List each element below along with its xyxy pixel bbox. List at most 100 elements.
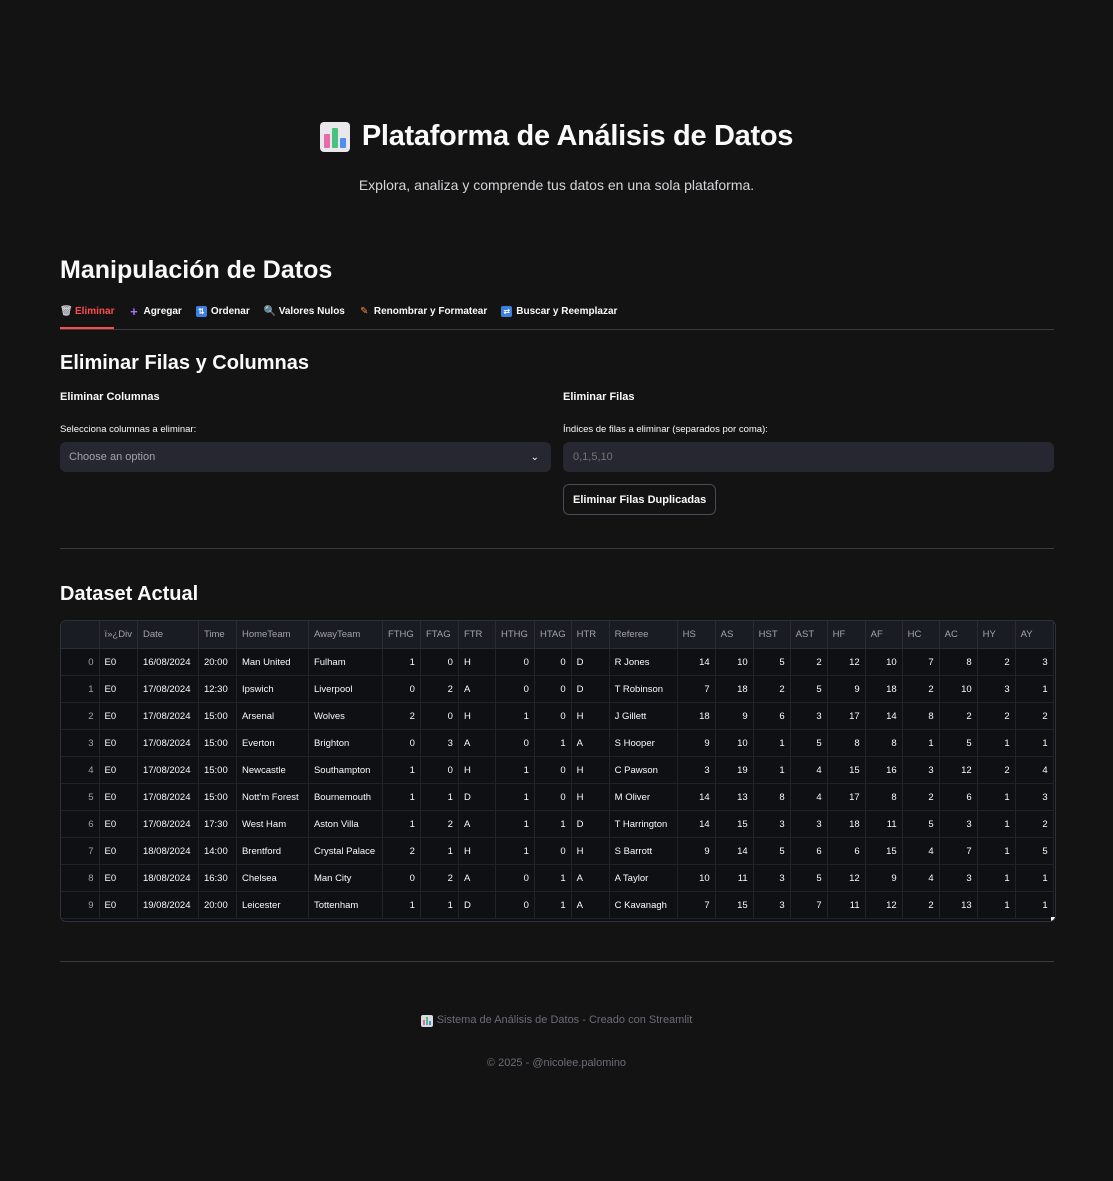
table-cell[interactable]: 18 — [677, 702, 716, 730]
table-cell[interactable]: 6 — [827, 837, 866, 865]
table-cell[interactable]: E0 — [99, 756, 138, 784]
table-cell[interactable]: 1 — [495, 837, 535, 865]
table-cell[interactable]: 0 — [382, 675, 421, 703]
table-cell[interactable]: 2 — [790, 648, 828, 676]
table-cell[interactable]: 20:00 — [198, 891, 237, 919]
table-cell[interactable]: 2 — [420, 864, 459, 892]
table-cell[interactable]: A — [458, 864, 496, 892]
column-header[interactable]: FTAG — [420, 621, 459, 649]
table-cell[interactable]: 8 — [827, 729, 866, 757]
tab-eliminar[interactable]: 🗑 Eliminar — [60, 305, 115, 329]
table-cell[interactable]: Crystal Palace — [308, 837, 383, 865]
table-cell[interactable]: Leicester — [236, 891, 309, 919]
column-header[interactable]: HTR — [571, 621, 610, 649]
table-cell[interactable]: 3 — [420, 729, 459, 757]
table-cell[interactable]: 5 — [939, 729, 978, 757]
table-cell[interactable]: 14 — [677, 648, 716, 676]
table-cell[interactable]: 3 — [977, 675, 1016, 703]
table-cell[interactable]: Chelsea — [236, 864, 309, 892]
column-header[interactable]: HS — [677, 621, 716, 649]
table-cell[interactable]: 0 — [420, 756, 459, 784]
table-cell[interactable]: 1 — [1015, 675, 1054, 703]
table-cell[interactable]: Newcastle — [236, 756, 309, 784]
table-cell[interactable]: 2 — [902, 891, 940, 919]
column-header[interactable]: HTAG — [534, 621, 572, 649]
table-cell[interactable]: Everton — [236, 729, 309, 757]
table-cell[interactable]: 17/08/2024 — [137, 702, 199, 730]
table-cell[interactable]: 1 — [753, 729, 791, 757]
column-header[interactable]: AY — [1015, 621, 1054, 649]
table-cell[interactable]: A — [571, 864, 610, 892]
table-cell[interactable]: 17:30 — [198, 810, 237, 838]
dataset-table[interactable]: ï»¿Div Date Time HomeTeam AwayTeam FTHG FTAG FT… — [60, 620, 1056, 922]
table-cell[interactable]: E0 — [99, 702, 138, 730]
table-cell[interactable]: 6 — [939, 783, 978, 811]
table-cell[interactable]: 0 — [534, 675, 572, 703]
table-cell[interactable]: C Kavanagh — [609, 891, 678, 919]
table-cell[interactable]: 12 — [939, 756, 978, 784]
column-header[interactable]: ï»¿Div — [99, 621, 138, 649]
table-cell[interactable]: 7 — [902, 648, 940, 676]
table-cell[interactable]: 7 — [939, 837, 978, 865]
table-cell[interactable]: Brentford — [236, 837, 309, 865]
table-cell[interactable]: 2 — [939, 702, 978, 730]
table-cell[interactable]: 3 — [939, 810, 978, 838]
table-cell[interactable]: 17 — [827, 702, 866, 730]
table-cell[interactable]: 0 — [534, 702, 572, 730]
table-cell[interactable]: 10 — [715, 729, 754, 757]
table-cell[interactable]: 12 — [865, 891, 903, 919]
row-indices-input[interactable] — [563, 442, 1054, 472]
table-cell[interactable]: 2 — [977, 756, 1016, 784]
table-cell[interactable]: 2 — [382, 702, 421, 730]
column-header[interactable]: HomeTeam — [236, 621, 309, 649]
table-cell[interactable]: 2 — [1015, 702, 1054, 730]
table-cell[interactable]: E0 — [99, 837, 138, 865]
table-row[interactable]: 3 E0 17/08/2024 15:00 Everton Brighton 0 3 A 0 1 A S… — [61, 729, 1054, 757]
column-header[interactable]: HTHG — [495, 621, 535, 649]
table-cell[interactable]: H — [458, 648, 496, 676]
table-cell[interactable]: 16/08/2024 — [137, 648, 199, 676]
tab-agregar[interactable]: + Agregar — [128, 305, 182, 329]
table-cell[interactable]: Nott'm Forest — [236, 783, 309, 811]
table-cell[interactable]: 9 — [677, 729, 716, 757]
table-cell[interactable]: 11 — [715, 864, 754, 892]
table-cell[interactable]: 17 — [827, 783, 866, 811]
table-cell[interactable]: H — [458, 702, 496, 730]
table-cell[interactable]: 8 — [753, 783, 791, 811]
table-cell[interactable]: 16 — [865, 756, 903, 784]
table-cell[interactable]: 15:00 — [198, 729, 237, 757]
table-cell[interactable]: 1 — [420, 891, 459, 919]
table-cell[interactable]: 2 — [420, 675, 459, 703]
table-cell[interactable]: 1 — [534, 864, 572, 892]
table-cell[interactable]: 2 — [382, 837, 421, 865]
column-header[interactable]: FTHG — [382, 621, 421, 649]
column-header[interactable]: Time — [198, 621, 237, 649]
table-cell[interactable]: 15:00 — [198, 702, 237, 730]
table-cell[interactable]: 0 — [495, 891, 535, 919]
table-cell[interactable]: 0 — [534, 837, 572, 865]
table-row[interactable]: 2 E0 17/08/2024 15:00 Arsenal Wolves 2 0 H 1 0 H J G… — [61, 702, 1054, 730]
table-cell[interactable]: 19/08/2024 — [137, 891, 199, 919]
table-cell[interactable]: 1 — [534, 810, 572, 838]
table-cell[interactable]: 10 — [677, 864, 716, 892]
table-cell[interactable]: 13 — [939, 891, 978, 919]
table-cell[interactable]: 8 — [865, 729, 903, 757]
table-cell[interactable]: 2 — [753, 675, 791, 703]
table-row[interactable]: 5 E0 17/08/2024 15:00 Nott'm Forest Bournemou… — [61, 783, 1054, 811]
resize-handle[interactable] — [1051, 917, 1055, 921]
column-header[interactable]: FTR — [458, 621, 496, 649]
table-cell[interactable]: 1 — [977, 891, 1016, 919]
table-cell[interactable]: 1 — [495, 756, 535, 784]
table-cell[interactable]: S Barrott — [609, 837, 678, 865]
table-cell[interactable]: 3 — [753, 810, 791, 838]
table-cell[interactable]: Fulham — [308, 648, 383, 676]
table-cell[interactable]: T Harrington — [609, 810, 678, 838]
table-cell[interactable]: 11 — [827, 891, 866, 919]
table-cell[interactable]: 1 — [382, 891, 421, 919]
table-cell[interactable]: 0 — [495, 864, 535, 892]
table-cell[interactable]: Southampton — [308, 756, 383, 784]
table-row[interactable]: 7 E0 18/08/2024 14:00 Brentford Crystal Palac… — [61, 837, 1054, 865]
table-cell[interactable]: 5 — [790, 864, 828, 892]
table-cell[interactable]: 20:00 — [198, 648, 237, 676]
table-cell[interactable]: A Taylor — [609, 864, 678, 892]
